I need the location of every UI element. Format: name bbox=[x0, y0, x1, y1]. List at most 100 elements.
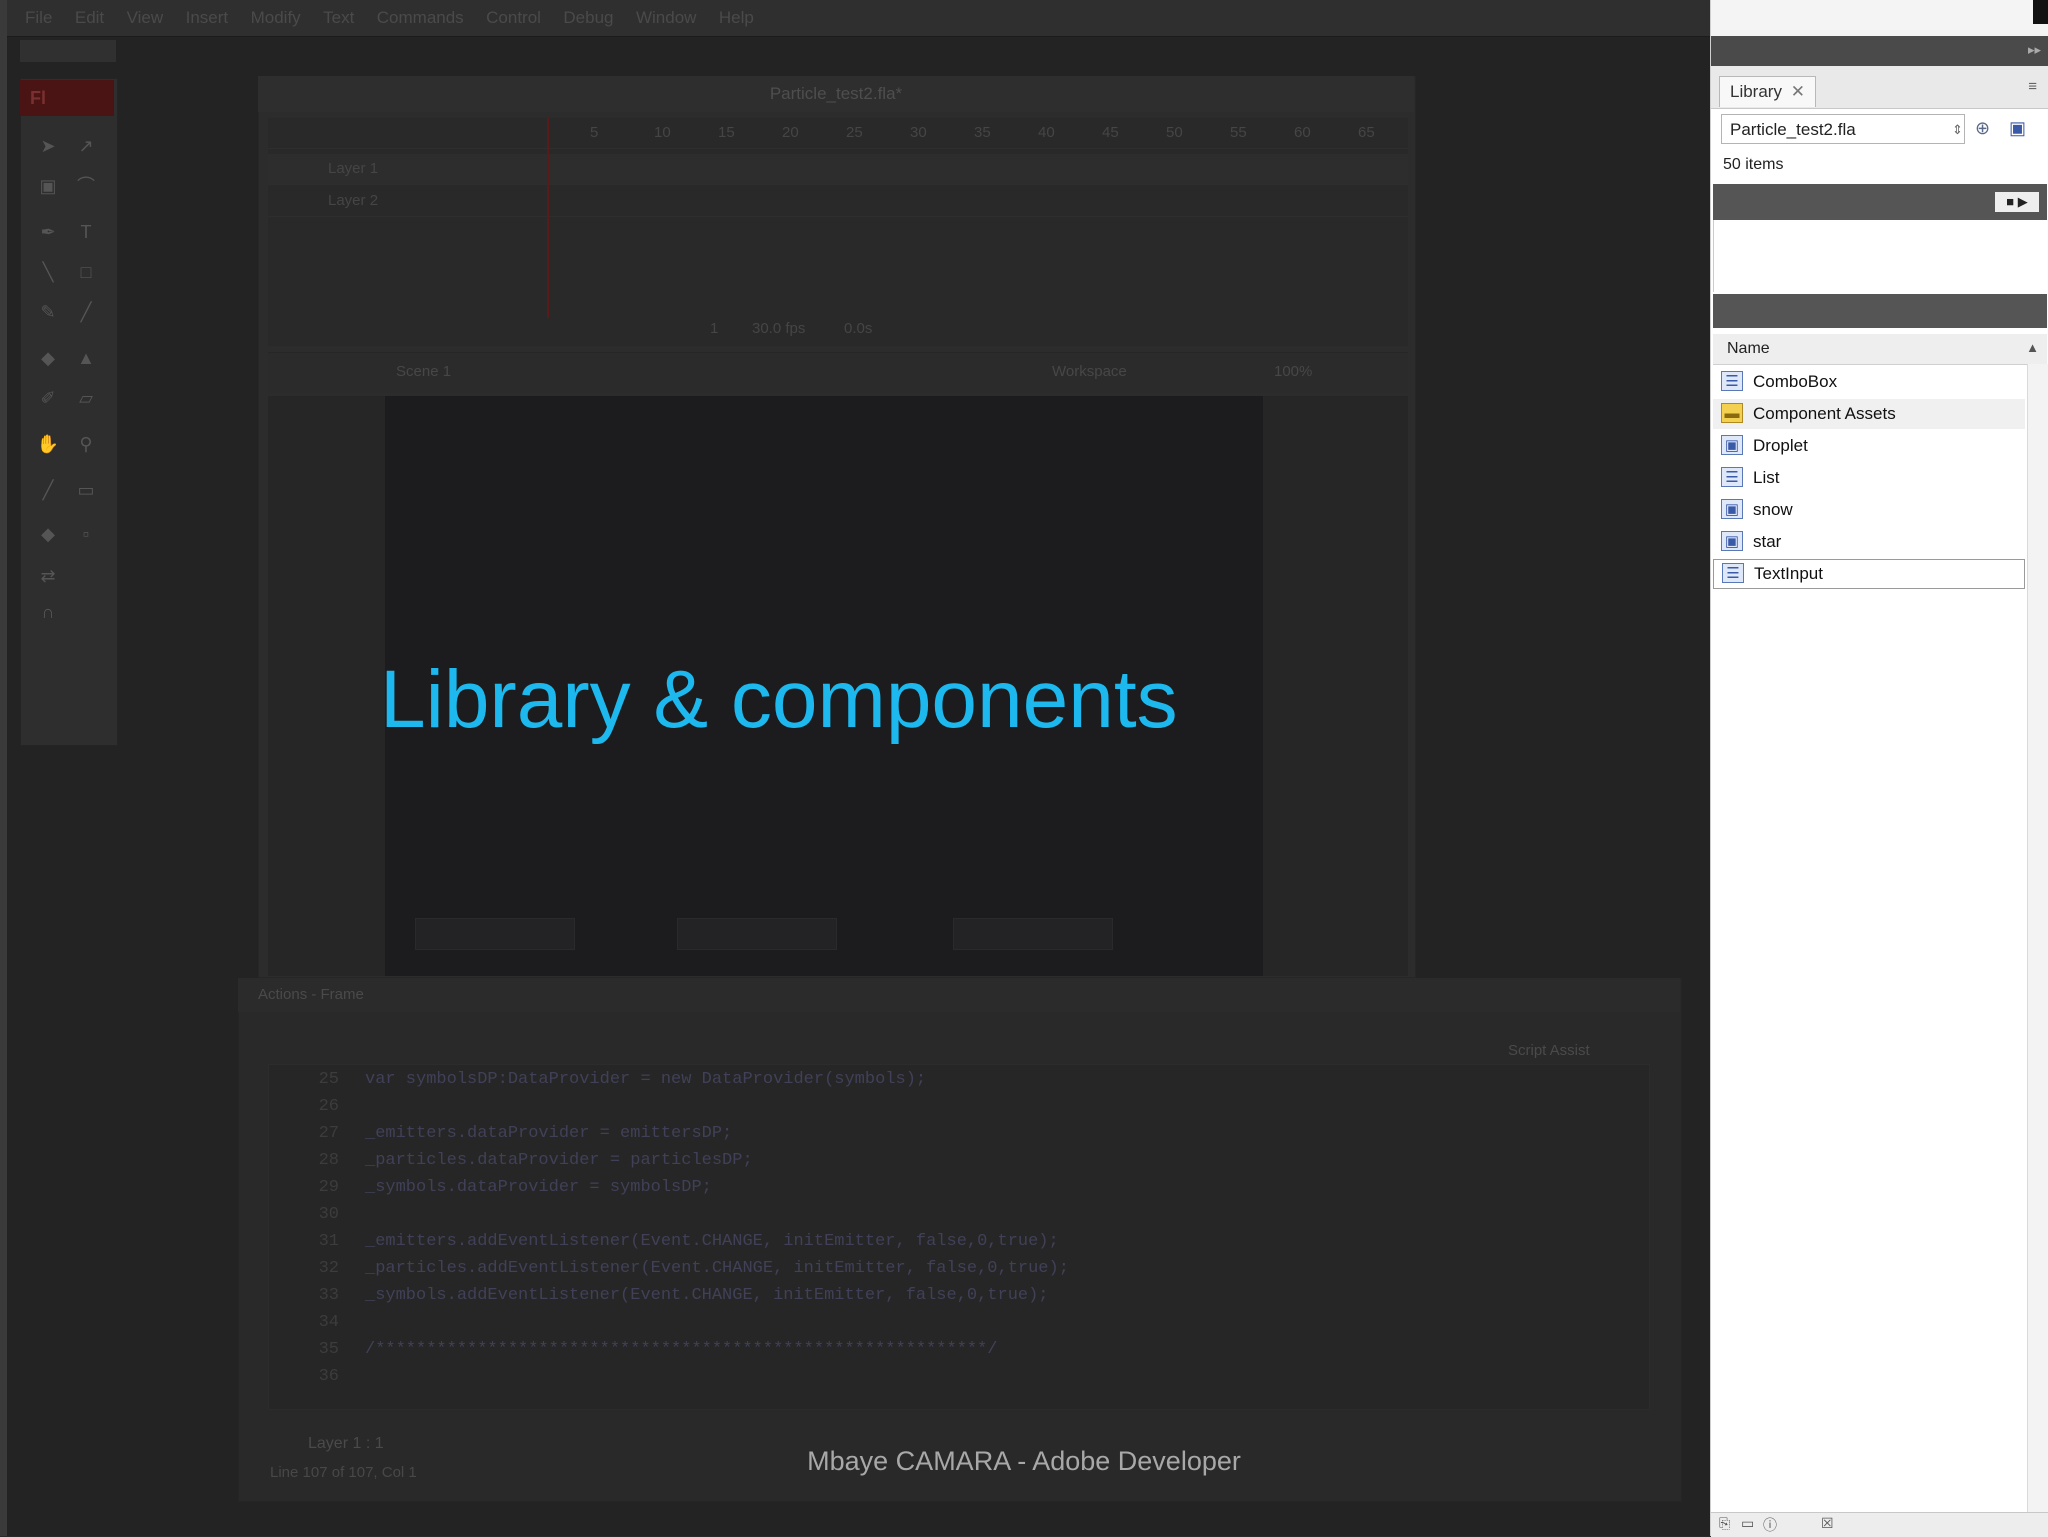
scene-name[interactable]: Scene 1 bbox=[396, 363, 451, 380]
fill-color-icon[interactable]: ◆ bbox=[35, 523, 61, 545]
column-name[interactable]: Name bbox=[1727, 334, 1770, 364]
pin-library-icon[interactable]: ⊕ bbox=[1975, 118, 1990, 139]
sort-arrow-icon[interactable]: ▲ bbox=[2026, 340, 2039, 355]
ink-bottle-tool-icon[interactable]: ◆ bbox=[35, 347, 61, 369]
stroke-color-icon[interactable]: ╱ bbox=[35, 479, 61, 501]
menu-file[interactable]: File bbox=[25, 0, 52, 36]
fill-swatch-icon[interactable]: ▫ bbox=[73, 523, 99, 545]
menu-edit[interactable]: Edit bbox=[75, 0, 104, 36]
swap-colors-icon[interactable]: ⇄ bbox=[35, 565, 61, 587]
menu-commands[interactable]: Commands bbox=[377, 0, 464, 36]
flash-workspace: File Edit View Insert Modify Text Comman… bbox=[0, 0, 1710, 1536]
eraser-tool-icon[interactable]: ▱ bbox=[73, 387, 99, 409]
particles-combobox[interactable] bbox=[677, 918, 837, 950]
play-stop-icon[interactable]: ■ ▶ bbox=[1995, 192, 2039, 212]
line-tool-icon[interactable]: ╲ bbox=[35, 261, 61, 283]
frame-number: 55 bbox=[1230, 124, 1247, 141]
text-tool-icon[interactable]: T bbox=[73, 221, 99, 243]
menu-view[interactable]: View bbox=[127, 0, 164, 36]
menu-help[interactable]: Help bbox=[719, 0, 754, 36]
eyedropper-tool-icon[interactable]: ✐ bbox=[35, 387, 61, 409]
menu-insert[interactable]: Insert bbox=[186, 0, 229, 36]
workspace-menu[interactable]: Workspace bbox=[1052, 363, 1127, 380]
hand-tool-icon[interactable]: ✋ bbox=[35, 433, 61, 455]
library-tab-bar: Library ✕ ≡ bbox=[1711, 66, 2048, 109]
rectangle-tool-icon[interactable]: □ bbox=[73, 261, 99, 283]
pencil-tool-icon[interactable]: ✎ bbox=[35, 301, 61, 323]
code-text: _symbols.addEventListener(Event.CHANGE, … bbox=[365, 1286, 1049, 1305]
library-item-name: Component Assets bbox=[1753, 404, 1896, 423]
new-folder-icon[interactable]: ▭ bbox=[1741, 1515, 1754, 1532]
library-item[interactable]: ☰ List bbox=[1713, 463, 2025, 493]
library-item[interactable]: ▣ star bbox=[1713, 527, 2025, 557]
window-corner bbox=[2033, 0, 2048, 24]
menu-debug[interactable]: Debug bbox=[563, 0, 613, 36]
library-panel: ▸▸ Library ✕ ≡ Particle_test2.fla ⇕ ⊕ ▣ … bbox=[1710, 0, 2048, 1537]
collapse-icon[interactable]: ▸▸ bbox=[2028, 42, 2041, 58]
library-item-count: 50 items bbox=[1723, 156, 1784, 173]
library-item-name: Droplet bbox=[1753, 436, 1808, 455]
new-library-panel-icon[interactable]: ▣ bbox=[2009, 118, 2026, 139]
frame-number: 5 bbox=[590, 124, 599, 141]
window-edge bbox=[0, 0, 7, 1536]
component-icon: ☰ bbox=[1721, 371, 1743, 391]
lasso-tool-icon[interactable]: ⌒ bbox=[73, 175, 99, 197]
frame-number: 60 bbox=[1294, 124, 1311, 141]
menu-modify[interactable]: Modify bbox=[251, 0, 301, 36]
paint-bucket-tool-icon[interactable]: ▲ bbox=[73, 347, 99, 369]
selection-tool-icon[interactable]: ➤ bbox=[35, 135, 61, 157]
menu-text[interactable]: Text bbox=[323, 0, 354, 36]
actions-panel-header: Actions - Frame Script Assist bbox=[238, 978, 1680, 1059]
component-icon: ☰ bbox=[1721, 467, 1743, 487]
search-bar[interactable] bbox=[1713, 294, 2047, 328]
library-column-header[interactable]: Name ▲ bbox=[1713, 334, 2047, 365]
panel-menu-icon[interactable]: ≡ bbox=[2028, 78, 2037, 95]
library-item-name: TextInput bbox=[1754, 564, 1823, 583]
layer-name[interactable]: Layer 1 bbox=[328, 160, 378, 177]
free-transform-tool-icon[interactable]: ▣ bbox=[35, 175, 61, 197]
new-symbol-icon[interactable]: ⎘ bbox=[1719, 1515, 1730, 1532]
script-editor[interactable]: 25 var symbolsDP:DataProvider = new DataP… bbox=[268, 1064, 1650, 1410]
close-icon[interactable]: ✕ bbox=[1791, 82, 1805, 101]
pen-tool-icon[interactable]: ✒ bbox=[35, 221, 61, 243]
brush-tool-icon[interactable]: ╱ bbox=[73, 301, 99, 323]
subselection-tool-icon[interactable]: ↗ bbox=[73, 135, 99, 157]
line-number: 33 bbox=[318, 1286, 339, 1305]
snap-magnet-icon[interactable]: ∩ bbox=[35, 601, 61, 623]
zoom-tool-icon[interactable]: ⚲ bbox=[73, 433, 99, 455]
delete-icon[interactable]: ☒ bbox=[1821, 1515, 1834, 1532]
tab-library[interactable]: Library ✕ bbox=[1719, 76, 1816, 107]
line-number: 26 bbox=[318, 1097, 339, 1116]
emitters-combobox[interactable] bbox=[415, 918, 575, 950]
menu-window[interactable]: Window bbox=[636, 0, 696, 36]
elapsed-time: 0.0s bbox=[844, 320, 873, 337]
library-preview bbox=[1713, 220, 2048, 292]
stroke-swatch-icon[interactable]: ▭ bbox=[73, 479, 99, 501]
menu-control[interactable]: Control bbox=[486, 0, 541, 36]
code-text: /***************************************… bbox=[365, 1340, 998, 1359]
symbols-combobox[interactable] bbox=[953, 918, 1113, 950]
layer-row[interactable]: Layer 2 bbox=[268, 186, 1408, 217]
current-frame: 1 bbox=[710, 320, 719, 337]
line-number: 32 bbox=[318, 1259, 339, 1278]
library-item[interactable]: ▬ Component Assets bbox=[1713, 399, 2025, 429]
library-item[interactable]: ☰ ComboBox bbox=[1713, 367, 2025, 397]
library-item[interactable]: ▣ Droplet bbox=[1713, 431, 2025, 461]
library-file-select[interactable]: Particle_test2.fla ⇕ bbox=[1721, 114, 1965, 144]
layer-row[interactable]: Layer 1 bbox=[268, 154, 1408, 185]
script-assist-button[interactable]: Script Assist bbox=[1508, 1034, 1590, 1068]
library-scrollbar[interactable] bbox=[2027, 364, 2048, 1514]
zoom-field[interactable]: 100% bbox=[1274, 363, 1312, 380]
line-number: 28 bbox=[318, 1151, 339, 1170]
code-text: _emitters.dataProvider = emittersDP; bbox=[365, 1124, 733, 1143]
properties-icon[interactable]: ⓘ bbox=[1763, 1515, 1777, 1535]
library-item[interactable]: ☰ TextInput bbox=[1713, 559, 2025, 589]
edit-bar: Scene 1 Workspace 100% bbox=[268, 352, 1408, 393]
timeline-frame-ruler: 5 10 15 20 25 30 35 40 45 50 55 60 65 bbox=[268, 118, 1408, 149]
layer-name[interactable]: Layer 2 bbox=[328, 192, 378, 209]
line-number: 30 bbox=[318, 1205, 339, 1224]
library-item[interactable]: ▣ snow bbox=[1713, 495, 2025, 525]
component-icon: ☰ bbox=[1722, 563, 1744, 583]
tools-panel: ➤ ↗ ▣ ⌒ ✒ T ╲ □ ✎ ╱ ◆ ▲ ✐ ▱ ✋ ⚲ ╱ ▭ ◆ ▫ … bbox=[20, 78, 118, 746]
playhead[interactable] bbox=[547, 118, 549, 318]
